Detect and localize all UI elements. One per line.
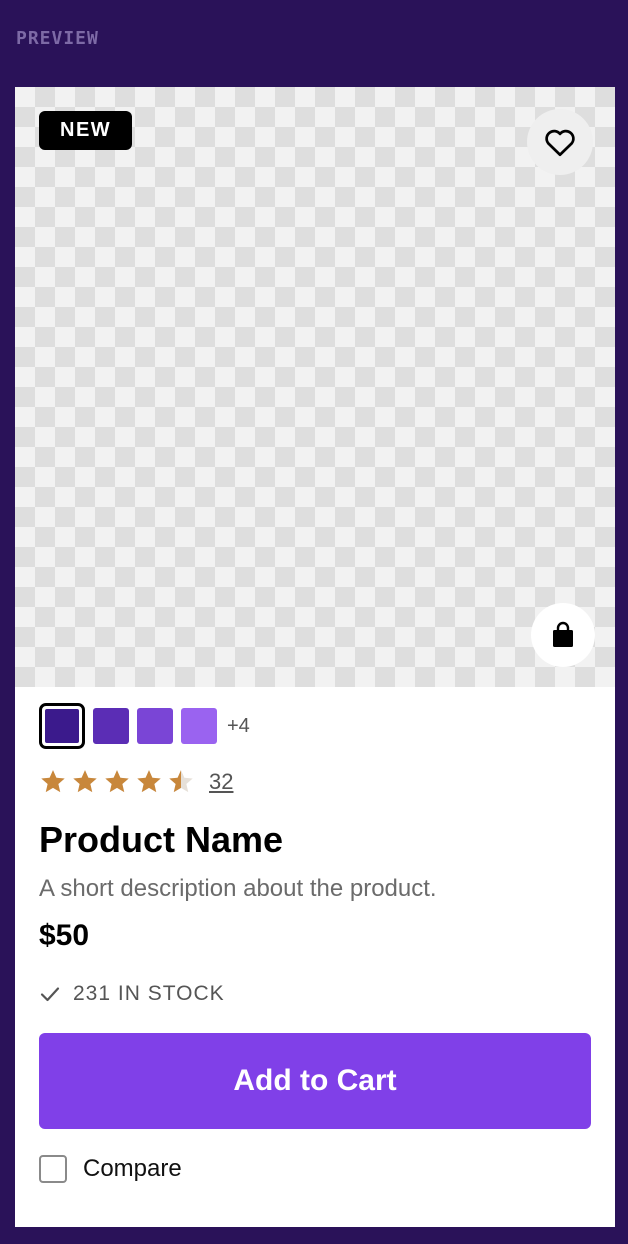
more-swatches-count: +4 [227,714,250,737]
product-title: Product Name [39,819,284,860]
heart-icon [545,129,575,157]
star-icon [137,770,161,793]
star-icon [169,770,193,793]
shopping-bag-icon [553,621,573,647]
review-count-link[interactable]: 32 [209,769,233,795]
color-swatches: +4 [39,703,591,749]
color-swatch-1[interactable] [39,703,85,749]
color-swatch-4[interactable] [181,708,217,744]
stock-text: 231 IN STOCK [73,982,225,1005]
color-swatch-3[interactable] [137,708,173,744]
add-to-cart-button[interactable]: Add to Cart [39,1033,591,1129]
product-details: +4 32 Product Name A short description a… [15,687,615,1187]
star-icon [105,770,129,793]
check-icon [40,987,60,1002]
color-swatch-2[interactable] [93,708,129,744]
stock-status: 231 IN STOCK [39,979,591,1009]
rating-row: 32 [39,765,591,799]
new-badge: NEW [39,111,133,150]
compare-checkbox[interactable] [39,1155,67,1183]
star-icon [73,770,97,793]
star-rating [39,768,195,796]
preview-label: PREVIEW [16,28,99,49]
product-card: NEW +4 32 Product Name A short descripti… [15,87,615,1227]
compare-label: Compare [83,1155,182,1182]
product-description: A short description about the product. [39,875,437,902]
quick-add-bag-button[interactable] [531,603,595,667]
wishlist-button[interactable] [527,109,593,175]
star-icon [41,770,65,793]
compare-option[interactable]: Compare [39,1151,591,1187]
product-price: $50 [39,919,90,952]
product-image-placeholder[interactable]: NEW [15,87,615,687]
